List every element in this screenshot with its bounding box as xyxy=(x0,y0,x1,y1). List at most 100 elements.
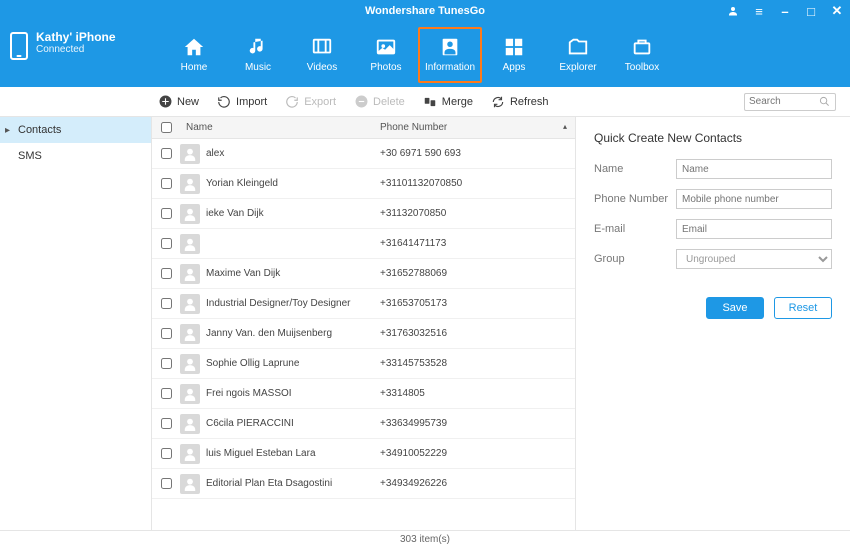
sort-icon: ▴ xyxy=(563,122,567,131)
row-checkbox[interactable] xyxy=(161,238,172,249)
contact-name: Sophie Ollig Laprune xyxy=(206,358,380,369)
table-row[interactable]: Industrial Designer/Toy Designer+3165370… xyxy=(152,289,575,319)
row-checkbox[interactable] xyxy=(161,268,172,279)
merge-button[interactable]: Merge xyxy=(423,95,473,109)
explorer-icon xyxy=(565,36,591,58)
header: Kathy' iPhone Connected HomeMusicVideosP… xyxy=(0,22,850,87)
nav-information[interactable]: Information xyxy=(418,27,482,83)
nav-photos[interactable]: Photos xyxy=(354,27,418,83)
app-title: Wondershare TunesGo xyxy=(365,5,485,17)
device-panel[interactable]: Kathy' iPhone Connected xyxy=(0,22,152,87)
menu-icon[interactable]: ≡ xyxy=(752,4,766,18)
table-row[interactable]: Maxime Van Dijk+31652788069 xyxy=(152,259,575,289)
new-button[interactable]: New xyxy=(158,95,199,109)
avatar-icon xyxy=(180,414,200,434)
name-field[interactable] xyxy=(676,159,832,179)
table-row[interactable]: ieke Van Dijk+31132070850 xyxy=(152,199,575,229)
contact-phone: +31132070850 xyxy=(380,208,575,219)
apps-icon xyxy=(501,36,527,58)
search-input[interactable] xyxy=(749,96,819,107)
avatar-icon xyxy=(180,444,200,464)
nav-toolbox[interactable]: Toolbox xyxy=(610,27,674,83)
home-icon xyxy=(181,36,207,58)
nav-apps[interactable]: Apps xyxy=(482,27,546,83)
import-button[interactable]: Import xyxy=(217,95,267,109)
refresh-button[interactable]: Refresh xyxy=(491,95,549,109)
music-icon xyxy=(245,36,271,58)
quick-create-panel: Quick Create New Contacts Name Phone Num… xyxy=(576,117,850,530)
contact-name: Editorial Plan Eta Dsagostini xyxy=(206,478,380,489)
maximize-icon[interactable]: □ xyxy=(804,4,818,18)
table-row[interactable]: C6cila PIERACCINI+33634995739 xyxy=(152,409,575,439)
row-checkbox[interactable] xyxy=(161,208,172,219)
export-icon xyxy=(285,95,299,109)
plus-icon xyxy=(158,95,172,109)
list-rows[interactable]: alex+30 6971 590 693Yorian Kleingeld+311… xyxy=(152,139,575,530)
contact-phone: +33634995739 xyxy=(380,418,575,429)
row-checkbox[interactable] xyxy=(161,478,172,489)
delete-button[interactable]: Delete xyxy=(354,95,405,109)
col-name[interactable]: Name xyxy=(180,122,380,133)
user-icon[interactable] xyxy=(726,4,740,18)
import-icon xyxy=(217,95,231,109)
contact-name: ieke Van Dijk xyxy=(206,208,380,219)
refresh-icon xyxy=(491,95,505,109)
table-row[interactable]: luis Miguel Esteban Lara+34910052229 xyxy=(152,439,575,469)
row-checkbox[interactable] xyxy=(161,178,172,189)
search-box[interactable] xyxy=(744,93,836,111)
row-checkbox[interactable] xyxy=(161,358,172,369)
close-icon[interactable]: ✕ xyxy=(830,4,844,18)
table-row[interactable]: Sophie Ollig Laprune+33145753528 xyxy=(152,349,575,379)
row-checkbox[interactable] xyxy=(161,418,172,429)
export-button[interactable]: Export xyxy=(285,95,336,109)
reset-button[interactable]: Reset xyxy=(774,297,832,319)
group-select[interactable]: Ungrouped xyxy=(676,249,832,269)
col-phone[interactable]: Phone Number▴ xyxy=(380,122,575,133)
nav-music[interactable]: Music xyxy=(226,27,290,83)
table-row[interactable]: Janny Van. den Muijsenberg+31763032516 xyxy=(152,319,575,349)
avatar-icon xyxy=(180,264,200,284)
contact-phone: +31653705173 xyxy=(380,298,575,309)
table-row[interactable]: Frei ngois MASSOI+3314805 xyxy=(152,379,575,409)
avatar-icon xyxy=(180,354,200,374)
avatar-icon xyxy=(180,294,200,314)
save-button[interactable]: Save xyxy=(706,297,764,319)
device-name: Kathy' iPhone xyxy=(36,30,116,44)
name-label: Name xyxy=(594,163,676,175)
videos-icon xyxy=(309,36,335,58)
select-all-checkbox[interactable] xyxy=(161,122,172,133)
row-checkbox[interactable] xyxy=(161,388,172,399)
row-checkbox[interactable] xyxy=(161,448,172,459)
search-icon xyxy=(819,96,830,107)
row-checkbox[interactable] xyxy=(161,298,172,309)
device-status: Connected xyxy=(36,44,116,55)
contact-phone: +3314805 xyxy=(380,388,575,399)
photos-icon xyxy=(373,36,399,58)
nav-videos[interactable]: Videos xyxy=(290,27,354,83)
avatar-icon xyxy=(180,174,200,194)
contact-phone: +31652788069 xyxy=(380,268,575,279)
contact-name: C6cila PIERACCINI xyxy=(206,418,380,429)
table-row[interactable]: alex+30 6971 590 693 xyxy=(152,139,575,169)
main-nav: HomeMusicVideosPhotosInformationAppsExpl… xyxy=(152,22,850,87)
phone-field[interactable] xyxy=(676,189,832,209)
email-field[interactable] xyxy=(676,219,832,239)
row-checkbox[interactable] xyxy=(161,148,172,159)
contact-name: Maxime Van Dijk xyxy=(206,268,380,279)
sidebar-item-contacts[interactable]: Contacts xyxy=(0,117,151,143)
sidebar-item-sms[interactable]: SMS xyxy=(0,143,151,169)
toolbar: New Import Export Delete Merge Refresh xyxy=(0,87,850,117)
minimize-icon[interactable]: – xyxy=(778,4,792,18)
nav-home[interactable]: Home xyxy=(162,27,226,83)
table-row[interactable]: Editorial Plan Eta Dsagostini+3493492622… xyxy=(152,469,575,499)
table-row[interactable]: Yorian Kleingeld+31101132070850 xyxy=(152,169,575,199)
row-checkbox[interactable] xyxy=(161,328,172,339)
merge-icon xyxy=(423,95,437,109)
information-icon xyxy=(437,36,463,58)
table-row[interactable]: +31641471173 xyxy=(152,229,575,259)
contact-phone: +34910052229 xyxy=(380,448,575,459)
nav-explorer[interactable]: Explorer xyxy=(546,27,610,83)
contact-phone: +33145753528 xyxy=(380,358,575,369)
contact-name: alex xyxy=(206,148,380,159)
contact-list: Name Phone Number▴ alex+30 6971 590 693Y… xyxy=(152,117,576,530)
